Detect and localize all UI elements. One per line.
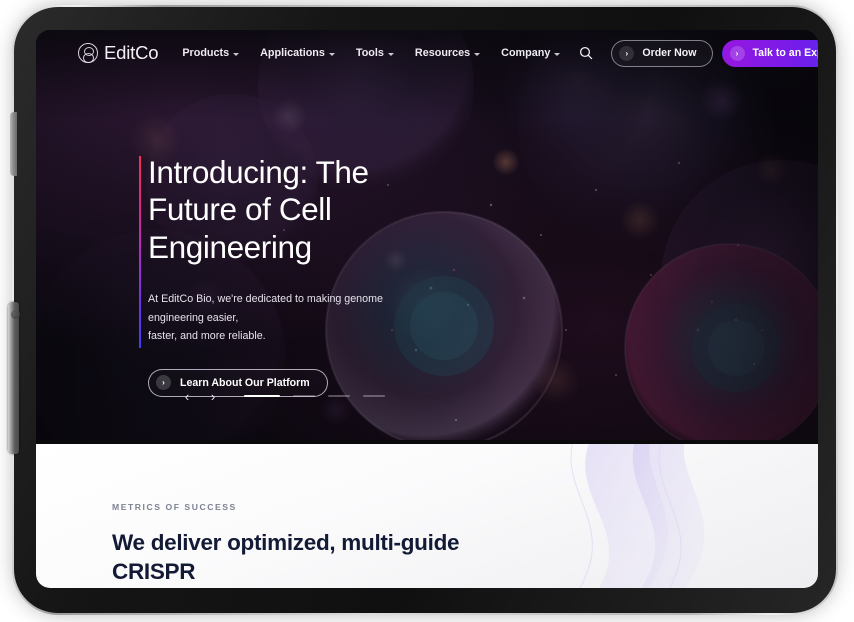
decorative-ribbon-graphic xyxy=(570,444,705,588)
hero-accent-bar xyxy=(139,156,142,348)
carousel-prev-button[interactable]: ‹ xyxy=(174,385,200,407)
carousel-dot-3[interactable] xyxy=(328,395,350,397)
hero-section: EditCo Products Applications Tools Resou… xyxy=(36,30,818,440)
nav-item-label: Applications xyxy=(260,47,325,59)
chevron-right-icon: › xyxy=(619,45,635,61)
nav-item-tools[interactable]: Tools xyxy=(356,47,394,59)
order-now-label: Order Now xyxy=(642,47,697,59)
hero-carousel-controls: ‹ › xyxy=(174,385,385,407)
search-button[interactable] xyxy=(579,46,593,60)
talk-to-an-expert-label: Talk to an Expert xyxy=(752,47,819,59)
tablet-screen: EditCo Products Applications Tools Resou… xyxy=(36,30,818,588)
chevron-right-icon: › xyxy=(156,375,171,391)
nav-action-buttons: › Order Now › Talk to an Expert xyxy=(611,39,819,67)
carousel-next-button[interactable]: › xyxy=(200,385,226,407)
order-now-button[interactable]: › Order Now xyxy=(611,39,713,67)
main-navigation-bar: EditCo Products Applications Tools Resou… xyxy=(36,30,818,76)
brand-logo[interactable]: EditCo xyxy=(78,42,159,64)
carousel-dot-2[interactable] xyxy=(293,395,315,397)
hero-subtitle: At EditCo Bio, we're dedicated to making… xyxy=(148,293,383,343)
chevron-down-icon xyxy=(474,52,481,56)
nav-item-company[interactable]: Company xyxy=(501,47,561,59)
carousel-dot-4[interactable] xyxy=(363,395,385,397)
chevron-down-icon xyxy=(554,52,561,56)
chevron-right-icon: › xyxy=(729,45,745,61)
screenshot-stage: EditCo Products Applications Tools Resou… xyxy=(0,0,854,622)
hero-content: Introducing: The Future of Cell Engineer… xyxy=(139,154,426,397)
chevron-down-icon xyxy=(328,52,335,56)
nav-item-label: Company xyxy=(501,47,551,59)
nav-item-label: Products xyxy=(182,47,230,59)
nav-item-resources[interactable]: Resources xyxy=(414,47,481,59)
brand-name: EditCo xyxy=(104,42,159,63)
hero-title: Introducing: The Future of Cell Engineer… xyxy=(148,154,369,265)
nav-item-label: Resources xyxy=(414,47,471,59)
power-button[interactable] xyxy=(10,112,17,176)
talk-to-an-expert-button[interactable]: › Talk to an Expert xyxy=(721,39,819,67)
chevron-down-icon xyxy=(233,52,240,56)
nav-item-products[interactable]: Products xyxy=(182,47,240,59)
nav-item-label: Tools xyxy=(355,47,384,59)
metrics-eyebrow-label: Metrics of Success xyxy=(112,502,237,512)
metrics-headline: We deliver optimized, multi-guide CRISPR… xyxy=(112,530,480,588)
carousel-indicators xyxy=(244,395,385,397)
search-icon xyxy=(580,46,593,60)
metrics-content: Metrics of Success We deliver optimized,… xyxy=(112,502,542,588)
carousel-dot-1[interactable] xyxy=(244,395,280,397)
editco-cell-logo-icon xyxy=(78,43,98,63)
chevron-down-icon xyxy=(387,52,394,56)
volume-button[interactable] xyxy=(8,302,20,454)
nav-links: Products Applications Tools Resources Co… xyxy=(182,47,561,59)
metrics-of-success-section: Metrics of Success We deliver optimized,… xyxy=(36,444,818,588)
nav-item-applications[interactable]: Applications xyxy=(260,47,335,59)
